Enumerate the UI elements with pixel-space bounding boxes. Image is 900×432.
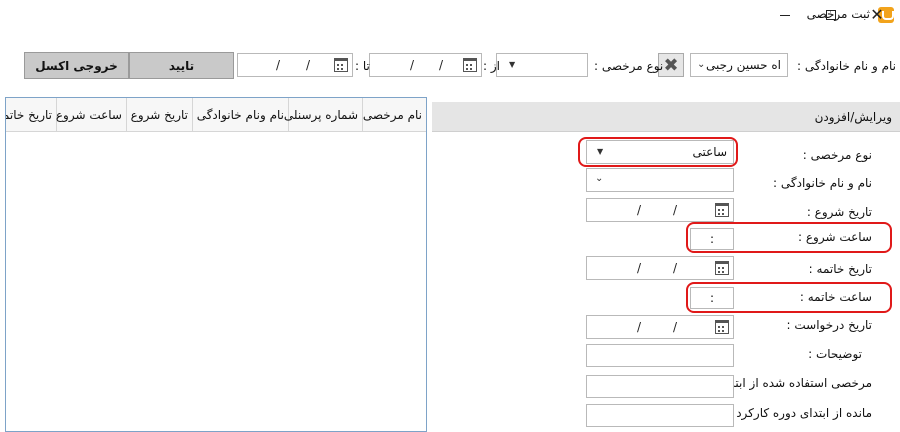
date-separator: / — [672, 320, 677, 334]
grid-header: نام مرخصی شماره پرسنلی نام ونام خانوادگی… — [6, 98, 426, 132]
calendar-icon[interactable] — [463, 58, 477, 72]
calendar-icon[interactable] — [715, 261, 729, 275]
edit-panel-header: ویرایش/افزودن — [432, 102, 900, 132]
maximize-button[interactable] — [808, 0, 854, 30]
date-separator: / — [672, 261, 677, 275]
grid-column-header[interactable]: شماره پرسنلی — [284, 98, 362, 132]
leave-type-label: نوع مرخصی : — [802, 148, 872, 162]
leave-grid[interactable]: نام مرخصی شماره پرسنلی نام ونام خانوادگی… — [5, 97, 427, 432]
request-date-label: تاریخ درخواست : — [786, 318, 872, 332]
calendar-icon[interactable] — [334, 58, 348, 72]
used-leave-label: مرخصی استفاده شده از ابتدا : — [717, 376, 872, 390]
confirm-button[interactable]: تایید — [129, 52, 234, 79]
form-name-label: نام و نام خانوادگی : — [773, 176, 872, 190]
highlight-leave-type — [578, 137, 738, 167]
minimize-icon — [780, 14, 790, 16]
grid-column-header[interactable]: نام ونام خانوادگی — [192, 98, 288, 132]
from-date-picker[interactable]: / / — [369, 53, 482, 77]
form-name-combo[interactable]: ⌄ — [586, 168, 734, 192]
date-separator: / — [637, 261, 642, 275]
filter-leave-type-combo[interactable]: ▼ — [496, 53, 588, 77]
remaining-field[interactable] — [586, 404, 734, 427]
calendar-icon[interactable] — [715, 203, 729, 217]
grid-column-header[interactable]: تاریخ شروع — [126, 98, 192, 132]
calendar-icon[interactable] — [715, 320, 729, 334]
to-date-picker[interactable]: / / — [237, 53, 353, 77]
request-date-picker[interactable]: / / — [586, 315, 734, 339]
highlight-end-time — [686, 282, 892, 313]
used-leave-field[interactable] — [586, 375, 734, 398]
minimize-button[interactable] — [762, 0, 808, 30]
chevron-down-icon: ⌄ — [595, 173, 604, 184]
description-label: توضیحات : — [808, 347, 862, 361]
date-separator: / — [637, 320, 642, 334]
close-button[interactable]: ✕ — [854, 0, 900, 30]
grid-column-header[interactable]: تاریخ خاتمه — [6, 98, 56, 132]
grid-column-header[interactable]: ساعت شروع — [56, 98, 126, 132]
filter-name-value: اه حسین رجبی — [706, 58, 781, 72]
filter-name-combo[interactable]: ⌄ اه حسین رجبی — [690, 53, 788, 77]
start-date-label: تاریخ شروع : — [806, 205, 872, 219]
close-icon: ✕ — [870, 5, 884, 24]
date-separator: / — [438, 58, 443, 72]
to-label: تا : — [355, 59, 370, 73]
date-separator: / — [672, 203, 677, 217]
highlight-start-time — [686, 222, 892, 253]
chevron-down-icon: ⌄ — [697, 59, 706, 70]
remaining-label: مانده از ابتدای دوره کارکرد : — [728, 406, 872, 420]
date-separator: / — [637, 203, 642, 217]
date-separator: / — [305, 58, 310, 72]
maximize-icon — [826, 10, 836, 20]
date-separator: / — [410, 58, 415, 72]
description-input[interactable] — [586, 344, 734, 367]
from-label: از : — [483, 59, 500, 73]
grid-column-header[interactable]: نام مرخصی — [362, 98, 426, 132]
start-date-picker[interactable]: / / — [586, 198, 734, 222]
export-excel-button[interactable]: خروجی اکسل — [24, 52, 129, 79]
end-date-picker[interactable]: / / — [586, 256, 734, 280]
filter-leave-type-label: نوع مرخصی : — [594, 59, 664, 73]
end-date-label: تاریخ خاتمه : — [808, 262, 872, 276]
dropdown-arrow-icon: ▼ — [509, 60, 516, 69]
edit-panel-title: ویرایش/افزودن — [814, 110, 892, 124]
clear-icon: ✖ — [663, 54, 679, 76]
date-separator: / — [276, 58, 281, 72]
filter-name-label: نام و نام خانوادگی : — [797, 59, 896, 73]
